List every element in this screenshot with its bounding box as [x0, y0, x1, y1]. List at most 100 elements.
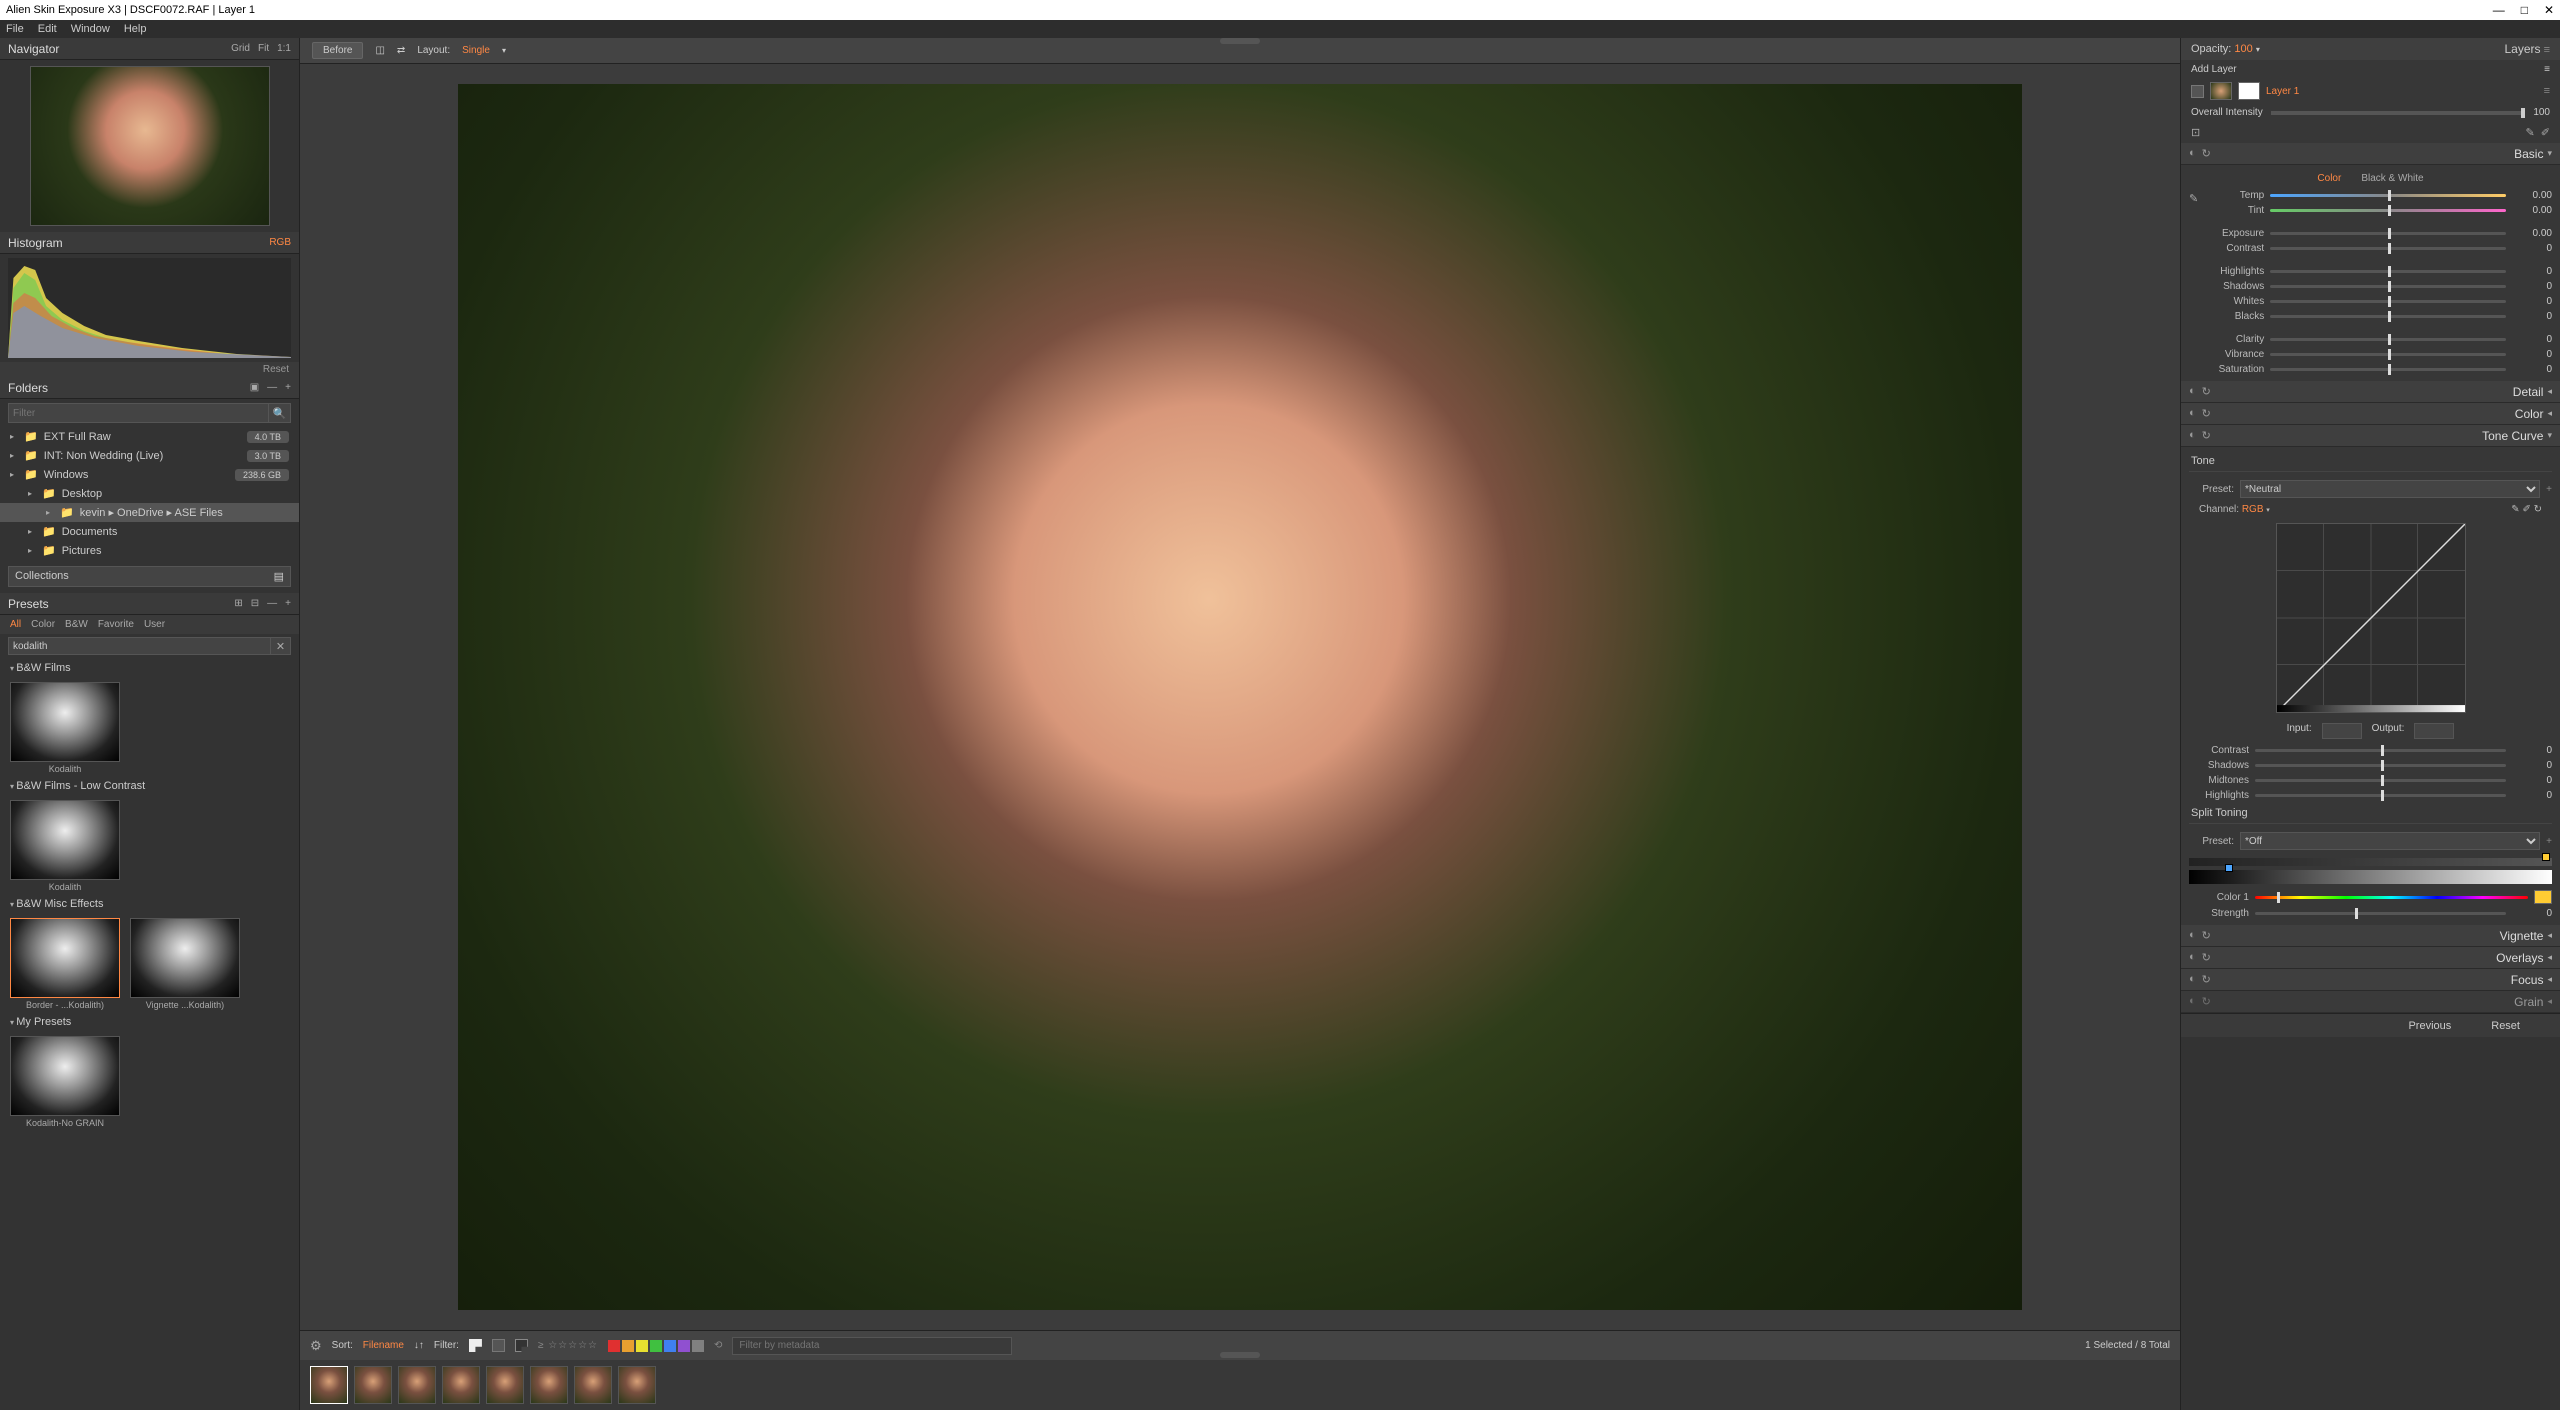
sort-value[interactable]: Filename — [363, 1340, 404, 1351]
color-filter-swatch[interactable] — [636, 1340, 648, 1352]
maximize-icon[interactable]: □ — [2521, 3, 2528, 17]
split-color1-swatch[interactable] — [2534, 890, 2552, 904]
filter-link-icon[interactable]: ⟲ — [714, 1340, 722, 1351]
color-filter-swatch[interactable] — [692, 1340, 704, 1352]
menu-edit[interactable]: Edit — [38, 23, 57, 35]
nav-fit[interactable]: Fit — [258, 43, 269, 54]
detail-header[interactable]: ◐↻ Detail ◂ — [2181, 381, 2560, 403]
menu-window[interactable]: Window — [71, 23, 110, 35]
channel-value[interactable]: RGB — [2242, 504, 2264, 515]
slider-track[interactable] — [2270, 209, 2506, 212]
color-filter-swatch[interactable] — [622, 1340, 634, 1352]
filmstrip-thumb[interactable] — [354, 1366, 392, 1404]
presets-plus-icon[interactable]: + — [285, 598, 291, 609]
filmstrip-thumb[interactable] — [486, 1366, 524, 1404]
preset-tab-user[interactable]: User — [144, 619, 165, 630]
histogram-header[interactable]: Histogram RGB — [0, 232, 299, 254]
filmstrip-thumb[interactable] — [574, 1366, 612, 1404]
add-layer-row[interactable]: Add Layer ≡ — [2181, 60, 2560, 79]
filmstrip-thumb[interactable] — [530, 1366, 568, 1404]
navigator-header[interactable]: Navigator Grid Fit 1:1 — [0, 38, 299, 60]
split-preset-select[interactable]: *Off — [2240, 832, 2540, 850]
preset-tab-favorite[interactable]: Favorite — [98, 619, 134, 630]
curve-draw-icon[interactable]: ✐ — [2522, 504, 2530, 515]
preset-tab-bw[interactable]: B&W — [65, 619, 88, 630]
slider-track[interactable] — [2270, 270, 2506, 273]
bottom-handle[interactable] — [1220, 1352, 1260, 1358]
split-preset-save-icon[interactable]: + — [2546, 836, 2552, 847]
folders-card-icon[interactable]: ▣ — [250, 382, 259, 393]
preset-group-header[interactable]: My Presets — [0, 1012, 299, 1032]
basic-tab-bw[interactable]: Black & White — [2361, 173, 2423, 184]
reset-button[interactable]: Reset — [2491, 1020, 2520, 1032]
navigator-preview[interactable] — [30, 66, 270, 226]
search-icon[interactable]: 🔍 — [269, 403, 291, 423]
intensity-slider[interactable] — [2271, 111, 2526, 115]
color-filter-swatch[interactable] — [650, 1340, 662, 1352]
layer-menu-icon[interactable]: ≡ — [2544, 85, 2550, 97]
slider-track[interactable] — [2270, 285, 2506, 288]
tone-preset-save-icon[interactable]: + — [2546, 484, 2552, 495]
menu-file[interactable]: File — [6, 23, 24, 35]
presets-minus-icon[interactable]: — — [267, 598, 277, 609]
layer-visible-toggle[interactable] — [2191, 85, 2204, 98]
nav-grid[interactable]: Grid — [231, 43, 250, 54]
flag-picked-icon[interactable] — [469, 1339, 482, 1352]
histogram-mode[interactable]: RGB — [269, 237, 291, 248]
eyedropper-icon[interactable]: ✎ — [2189, 192, 2198, 205]
layers-menu-icon[interactable]: ≡ — [2544, 44, 2550, 56]
curve-output-field[interactable] — [2414, 723, 2454, 739]
flag-rejected-icon[interactable] — [515, 1339, 528, 1352]
basic-header[interactable]: ◐↻ Basic ▾ — [2181, 143, 2560, 165]
slider-track[interactable] — [2270, 300, 2506, 303]
basic-toggle-icon[interactable]: ◐ — [2189, 147, 2196, 160]
preset-group-header[interactable]: B&W Films — [0, 658, 299, 678]
focus-header[interactable]: ◐↻ Focus◂ — [2181, 969, 2560, 991]
preset-thumb[interactable]: Kodalith — [10, 682, 120, 774]
basic-tab-color[interactable]: Color — [2317, 173, 2341, 184]
preset-thumb[interactable]: Border - ...Kodalith) — [10, 918, 120, 1010]
curve-reset-icon[interactable]: ↻ — [2534, 504, 2542, 515]
swap-icon[interactable]: ⇄ — [397, 45, 405, 56]
color-filter-swatch[interactable] — [664, 1340, 676, 1352]
folder-row[interactable]: ▸📁INT: Non Wedding (Live)3.0 TB — [0, 446, 299, 465]
overlays-header[interactable]: ◐↻ Overlays◂ — [2181, 947, 2560, 969]
split-tone-gradient[interactable] — [2189, 870, 2552, 884]
layer-name[interactable]: Layer 1 — [2266, 86, 2299, 97]
menu-help[interactable]: Help — [124, 23, 147, 35]
collections-row[interactable]: Collections ▤ — [8, 566, 291, 587]
folders-minus-icon[interactable]: — — [267, 382, 277, 393]
preset-thumb[interactable]: Vignette ...Kodalith) — [130, 918, 240, 1010]
previous-button[interactable]: Previous — [2408, 1020, 2451, 1032]
add-layer-menu-icon[interactable]: ≡ — [2544, 64, 2550, 75]
curve-point-icon[interactable]: ✎ — [2511, 504, 2519, 515]
preset-group-header[interactable]: B&W Misc Effects — [0, 894, 299, 914]
filmstrip-thumb[interactable] — [398, 1366, 436, 1404]
slider-track[interactable] — [2270, 315, 2506, 318]
close-icon[interactable]: ✕ — [2544, 3, 2554, 17]
grain-header[interactable]: ◐↻ Grain◂ — [2181, 991, 2560, 1013]
preset-thumb[interactable]: Kodalith — [10, 800, 120, 892]
split-balance-slider[interactable] — [2189, 858, 2552, 866]
presets-collapse-icon[interactable]: ⊟ — [251, 598, 259, 609]
folder-row[interactable]: ▸📁kevin ▸ OneDrive ▸ ASE Files — [0, 503, 299, 522]
folder-row[interactable]: ▸📁Desktop — [0, 484, 299, 503]
preset-thumb[interactable]: Kodalith-No GRAIN — [10, 1036, 120, 1128]
preset-tab-color[interactable]: Color — [31, 619, 55, 630]
preset-search-input[interactable] — [8, 637, 271, 655]
basic-reset-icon[interactable]: ↻ — [2202, 147, 2211, 160]
folder-row[interactable]: ▸📁EXT Full Raw4.0 TB — [0, 427, 299, 446]
color-filter-swatch[interactable] — [608, 1340, 620, 1352]
eraser-icon[interactable]: ✐ — [2541, 127, 2550, 139]
brush-icon[interactable]: ✎ — [2525, 127, 2534, 139]
before-button[interactable]: Before — [312, 42, 363, 59]
opacity-value[interactable]: 100 — [2234, 43, 2252, 55]
folder-row[interactable]: ▸📁Pictures — [0, 541, 299, 560]
basic-collapse-icon[interactable]: ▾ — [2547, 148, 2552, 159]
minimize-icon[interactable]: — — [2493, 3, 2505, 17]
color-header[interactable]: ◐↻ Color ◂ — [2181, 403, 2560, 425]
metadata-filter-input[interactable] — [732, 1337, 1012, 1355]
split-view-icon[interactable]: ◫ — [375, 45, 384, 56]
folders-filter-input[interactable] — [8, 403, 269, 423]
filmstrip-thumb[interactable] — [310, 1366, 348, 1404]
